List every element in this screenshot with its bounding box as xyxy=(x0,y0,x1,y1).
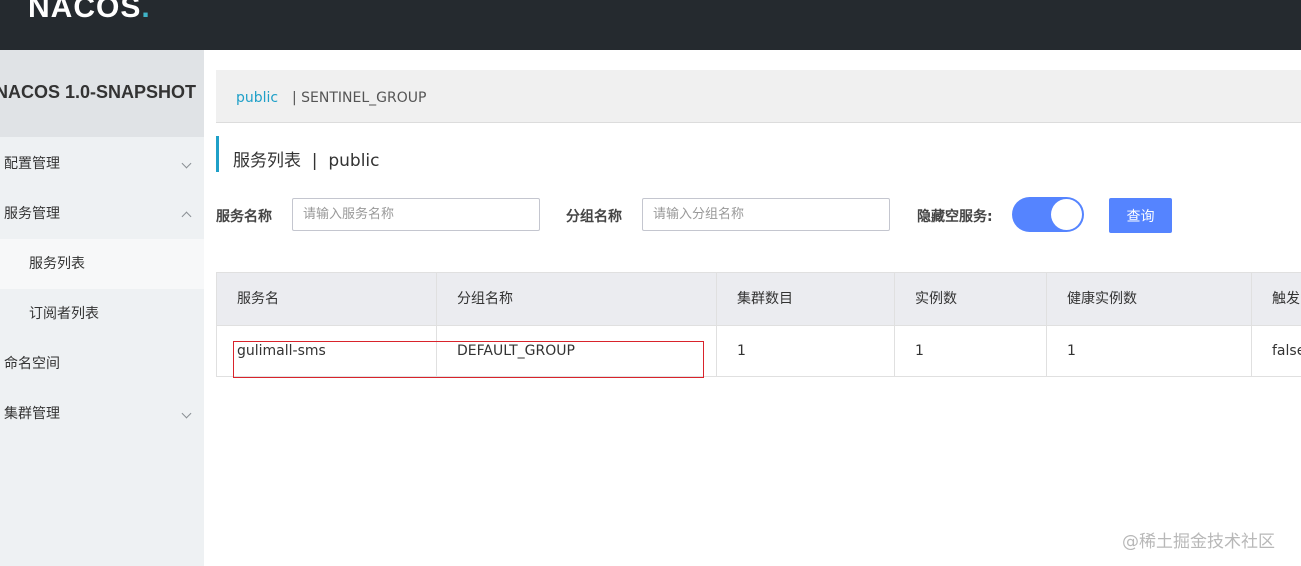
nacos-logo[interactable]: NACOS. xyxy=(28,0,151,28)
query-button[interactable]: 查询 xyxy=(1109,198,1172,233)
sidebar-item-service-management[interactable]: 服务管理 xyxy=(0,189,204,239)
group-name-label: 分组名称 xyxy=(566,209,622,225)
group-name-input[interactable] xyxy=(642,198,890,231)
hide-empty-toggle[interactable] xyxy=(1012,197,1084,232)
column-header-clusters[interactable]: 集群数目 xyxy=(717,273,895,325)
sidebar-item-service-list[interactable]: 服务列表 xyxy=(0,239,204,289)
column-header-service[interactable]: 服务名 xyxy=(217,273,437,325)
sidebar-header: NACOS 1.0-SNAPSHOT xyxy=(0,50,204,137)
cell-trigger: false xyxy=(1272,343,1301,359)
table-header: 服务名 分组名称 集群数目 实例数 健康实例数 触发 xyxy=(217,273,1301,325)
chevron-down-icon xyxy=(181,408,192,419)
cell-group-name: DEFAULT_GROUP xyxy=(437,325,717,376)
sidebar-item-namespace[interactable]: 命名空间 xyxy=(0,339,204,389)
sidebar-item-config-management[interactable]: 配置管理 xyxy=(0,139,204,189)
column-header-group[interactable]: 分组名称 xyxy=(437,273,717,325)
namespace-public-link[interactable]: public xyxy=(236,90,278,106)
cell-instances: 1 xyxy=(895,325,1047,376)
cell-healthy: 1 xyxy=(1047,325,1252,376)
top-bar: NACOS. xyxy=(0,0,1301,50)
column-header-trigger[interactable]: 触发 xyxy=(1252,273,1301,325)
service-table: 服务名 分组名称 集群数目 实例数 健康实例数 触发 gulimall-sms … xyxy=(216,272,1301,377)
chevron-down-icon xyxy=(181,158,192,169)
namespace-bar: public | SENTINEL_GROUP xyxy=(216,70,1301,123)
watermark: @稀土掘金技术社区 xyxy=(1122,532,1275,552)
chevron-up-icon xyxy=(181,211,192,222)
cell-service-name[interactable]: gulimall-sms xyxy=(217,325,437,376)
toggle-knob xyxy=(1051,199,1082,230)
page-title-block: 服务列表 | public xyxy=(216,136,380,172)
sidebar-item-subscriber-list[interactable]: 订阅者列表 xyxy=(0,289,204,339)
sidebar-item-cluster-management[interactable]: 集群管理 xyxy=(0,389,204,439)
column-header-healthy[interactable]: 健康实例数 xyxy=(1047,273,1252,325)
column-header-instances[interactable]: 实例数 xyxy=(895,273,1047,325)
page-title: 服务列表 | public xyxy=(233,151,380,171)
service-name-input[interactable] xyxy=(292,198,540,231)
cell-clusters: 1 xyxy=(717,325,895,376)
version-title: NACOS 1.0-SNAPSHOT xyxy=(0,82,197,102)
sidebar: NACOS 1.0-SNAPSHOT 配置管理 服务管理 服务列表 订阅者列表 … xyxy=(0,50,204,566)
hide-empty-label: 隐藏空服务: xyxy=(917,209,993,225)
service-name-label: 服务名称 xyxy=(216,209,272,225)
namespace-sentinel-link[interactable]: | SENTINEL_GROUP xyxy=(292,90,426,106)
table-row[interactable]: gulimall-sms DEFAULT_GROUP 1 1 1 false xyxy=(217,325,1301,376)
